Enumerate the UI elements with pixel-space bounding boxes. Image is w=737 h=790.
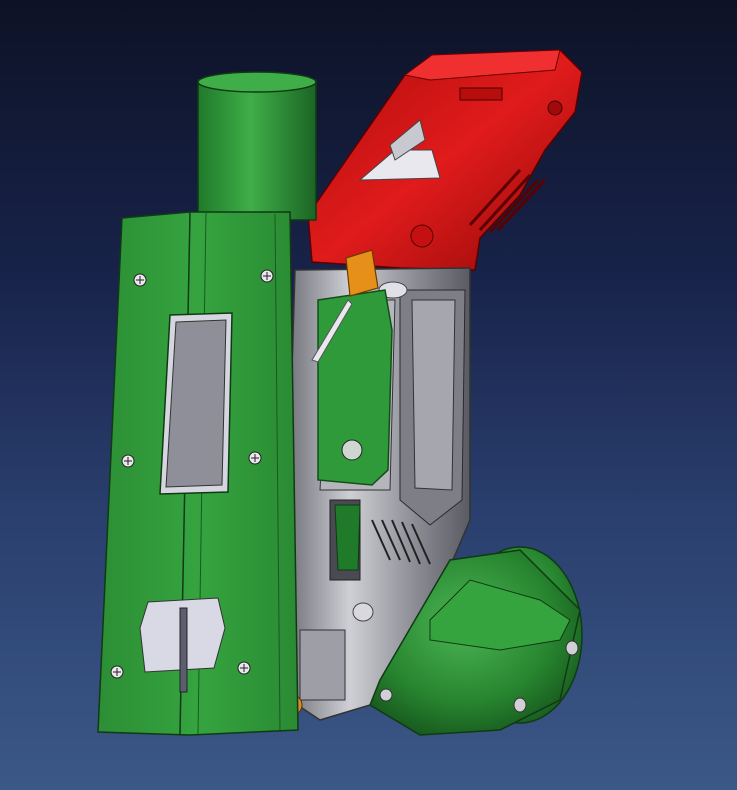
screw-icon <box>121 454 135 468</box>
cad-viewport[interactable] <box>0 0 737 790</box>
green-front-plate <box>97 211 299 736</box>
cad-model <box>97 49 583 736</box>
screw-icon <box>133 273 147 287</box>
screw-icon <box>110 665 124 679</box>
green-cylinder <box>197 71 317 221</box>
screw-icon <box>260 269 274 283</box>
screw-icon <box>248 451 262 465</box>
red-housing <box>307 49 583 271</box>
screw-icon <box>237 661 251 675</box>
